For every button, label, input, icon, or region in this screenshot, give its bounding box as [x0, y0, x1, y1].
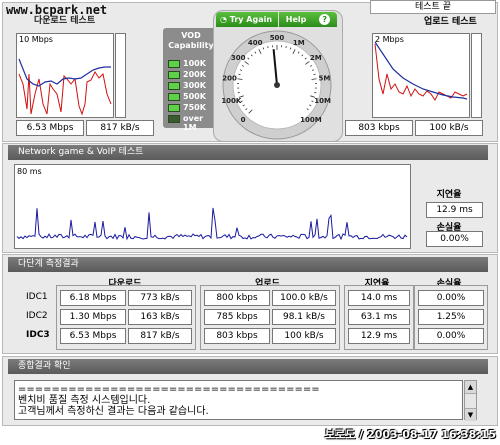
download-bar	[115, 33, 126, 118]
gauge-tick-label: 400	[248, 39, 263, 47]
download-graph: 10 Mbps	[16, 33, 114, 118]
vod-led-icon	[168, 82, 180, 90]
network-latency-line	[16, 207, 408, 241]
upload-graph: 2 Mbps	[372, 33, 470, 118]
download-scale: 10 Mbps	[19, 35, 53, 44]
network-scale: 80 ms	[17, 167, 42, 176]
scroll-down-icon[interactable]: ▼	[465, 408, 476, 421]
gauge-tick-label: 10M	[314, 97, 331, 105]
result-lat: 14.0 ms	[348, 290, 410, 306]
gauge-tick-label: 300	[231, 54, 246, 62]
download-mbps: 6.53 Mbps	[16, 120, 84, 136]
summary-line: 벤치비 품질 측정 시스템입니다.	[18, 395, 151, 406]
summary-title: 종합결과 확인	[8, 359, 488, 374]
upload-line-blue	[374, 41, 468, 100]
vod-level-label: 100K	[183, 59, 206, 68]
result-loss: 0.00%	[418, 290, 484, 306]
network-graph: 80 ms	[14, 164, 411, 249]
summary-line: 고객님께서 측정하신 결과는 다음과 같습니다.	[18, 406, 209, 417]
gauge-tick-label: 2M	[310, 54, 322, 62]
try-again-button[interactable]: ◔ Try Again	[216, 12, 278, 27]
help-label: Help	[285, 15, 307, 24]
summary-textarea[interactable]: ==================================== 벤치비…	[14, 380, 463, 420]
vod-level: 200K	[168, 70, 218, 79]
result-loss: 1.25%	[418, 309, 484, 325]
loss-value: 0.00%	[426, 231, 483, 247]
result-ul-kbps: 803 kbps	[204, 328, 270, 344]
vod-led-icon	[168, 93, 180, 101]
upload-scale: 2 Mbps	[375, 35, 404, 44]
result-lat: 63.1 ms	[348, 309, 410, 325]
result-ul-kbs: 100 kB/s	[272, 328, 336, 344]
network-title: Network game & VoIP 테스트	[8, 145, 488, 160]
idc-name: IDC3	[26, 330, 50, 340]
result-loss: 0.00%	[418, 328, 484, 344]
vod-level-label: 300K	[183, 81, 206, 90]
vod-title: VOD Capability	[168, 31, 214, 50]
vod-level-label: 500K	[183, 92, 206, 101]
result-ul-kbs: 98.1 kB/s	[272, 309, 336, 325]
gauge-tick	[238, 73, 241, 76]
vod-level: over 1M	[168, 114, 218, 132]
result-dl-mbps: 1.30 Mbps	[60, 309, 126, 325]
upload-kbs: 100 kB/s	[415, 120, 483, 136]
idc-name: IDC1	[26, 292, 48, 302]
test-end-button[interactable]: 테스트 끝	[370, 0, 496, 14]
gauge-tick	[313, 73, 316, 76]
footer-timestamp: 보로도 / 2003-08-17 16:38:15	[325, 428, 496, 441]
result-ul-kbps: 800 kbps	[204, 290, 270, 306]
latency-value: 12.9 ms	[426, 202, 483, 218]
scroll-up-icon[interactable]: ▲	[465, 381, 476, 394]
gauge-tick-label: 5M	[318, 74, 330, 82]
gauge-tick-label: 100K	[221, 97, 242, 105]
download-title: 다운로드 테스트	[34, 16, 96, 26]
vod-led-icon	[168, 104, 180, 112]
vod-led-icon	[168, 115, 180, 123]
vod-level-label: 750K	[183, 103, 206, 112]
vod-level-label: 200K	[183, 70, 206, 79]
result-dl-kbs: 773 kB/s	[128, 290, 192, 306]
speed-gauge: 0 100K 200 300400 500 1M 2M 5M 10M 100M	[221, 30, 332, 140]
vod-led-icon	[168, 60, 180, 68]
summary-scrollbar[interactable]: ▲ ▼	[464, 380, 477, 421]
multi-title: 다단계 측정결과	[8, 257, 488, 272]
gauge-tick-label: 0	[241, 116, 246, 124]
result-dl-kbs: 817 kB/s	[128, 328, 192, 344]
gauge-tick-label: 500	[270, 34, 285, 42]
gauge-tick-label: 1M	[293, 39, 305, 47]
upload-kbps: 803 kbps	[345, 120, 413, 136]
result-dl-kbs: 163 kB/s	[128, 309, 192, 325]
upload-line-red	[374, 43, 468, 101]
latency-label: 지연율	[436, 190, 462, 200]
help-button[interactable]: Help ?	[279, 12, 337, 27]
download-graph-svg	[18, 58, 112, 116]
help-icon: ?	[319, 14, 331, 25]
result-dl-mbps: 6.53 Mbps	[60, 328, 126, 344]
summary-line: ====================================	[18, 384, 320, 395]
reload-icon: ◔	[220, 15, 227, 24]
upload-graph-svg	[374, 41, 468, 101]
result-dl-mbps: 6.18 Mbps	[60, 290, 126, 306]
idc-name: IDC2	[26, 311, 48, 321]
vod-level: 750K	[168, 103, 218, 112]
vod-level: 100K	[168, 59, 218, 68]
gauge-hub	[274, 82, 280, 88]
network-graph-svg	[16, 207, 408, 241]
try-again-label: Try Again	[229, 15, 273, 24]
vod-led-icon	[168, 71, 180, 79]
vod-level: 300K	[168, 81, 218, 90]
result-ul-kbs: 100.0 kB/s	[272, 290, 336, 306]
download-line-blue	[18, 58, 111, 87]
result-ul-kbps: 785 kbps	[204, 309, 270, 325]
upload-title: 업로드 테스트	[424, 17, 477, 27]
upload-bar	[471, 33, 482, 118]
vod-level: 500K	[168, 92, 218, 101]
gauge-tick-label: 100M	[300, 116, 322, 124]
gauge-tick-label: 200	[222, 74, 237, 82]
result-lat: 12.9 ms	[348, 328, 410, 344]
download-kbs: 817 kB/s	[86, 120, 154, 136]
